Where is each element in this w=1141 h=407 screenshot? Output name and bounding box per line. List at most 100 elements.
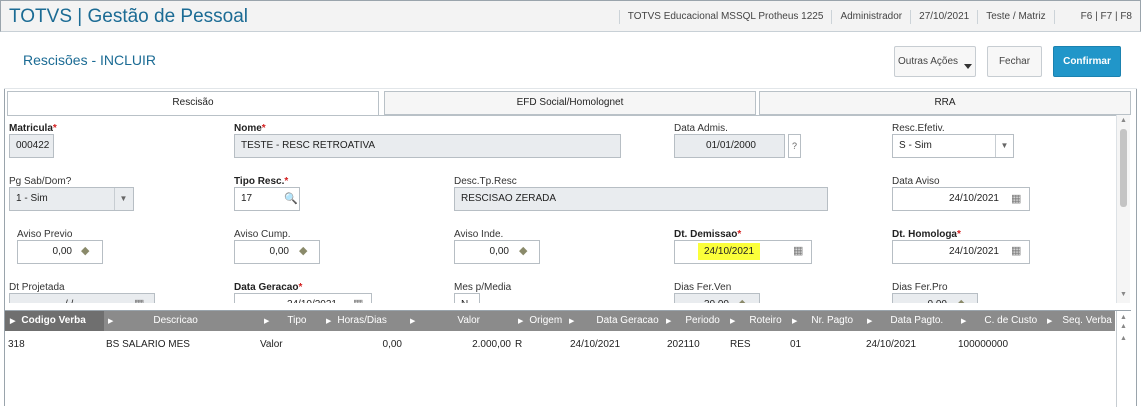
close-button[interactable]: Fechar (987, 46, 1042, 77)
top-bar: TOTVS | Gestão de Pessoal TOTVS Educacio… (0, 0, 1141, 32)
other-actions-label: Outras Ações (897, 56, 959, 67)
aviso-cump-label: Aviso Cump. (234, 229, 291, 240)
scroll-down-icon[interactable]: ▼ (1120, 291, 1127, 298)
calendar-icon[interactable]: ▦ (793, 244, 803, 257)
matricula-field[interactable]: 000422 (9, 134, 54, 158)
cell-descricao: BS SALARIO MES (106, 339, 190, 350)
col-data-geracao[interactable]: ▶ Data Geracao (565, 311, 662, 331)
session-info: TOTVS Educacional MSSQL Protheus 1225 Ad… (618, 1, 1140, 33)
tipo-resc-label: Tipo Resc.* (234, 176, 289, 187)
data-geracao-field[interactable]: 24/10/2021 (234, 293, 372, 303)
tab-rra[interactable]: RRA (759, 91, 1131, 115)
calendar-icon[interactable]: ▦ (134, 297, 144, 303)
cell-codigo: 318 (8, 339, 25, 350)
calendar-icon[interactable]: ▦ (1011, 192, 1021, 205)
other-actions-button[interactable]: Outras Ações (894, 46, 976, 77)
col-descricao[interactable]: ▶ Descricao (104, 311, 260, 331)
cell-roteiro: RES (730, 339, 751, 350)
calculator-icon[interactable]: ◆ (299, 244, 307, 257)
form-scrollbar[interactable]: ▲ ▼ (1116, 115, 1130, 303)
environment-label: TOTVS Educacional MSSQL Protheus 1225 (618, 10, 832, 24)
resc-efetiv-select[interactable]: S - Sim ▼ (892, 134, 1014, 158)
pg-sab-select[interactable]: 1 - Sim ▼ (9, 187, 134, 211)
resc-efetiv-value: S - Sim (899, 140, 932, 151)
cell-valor: 2.000,00 (472, 339, 511, 350)
col-seq-verba[interactable]: ▶ Seq. Verba (1043, 311, 1115, 331)
calendar-icon[interactable]: ▦ (353, 297, 363, 303)
scroll-top-icon[interactable]: ▲ ▲ (1120, 313, 1127, 331)
table-row[interactable]: 318 BS SALARIO MES Valor 0,00 2.000,00 R… (5, 335, 1115, 353)
data-aviso-label: Data Aviso (892, 176, 940, 187)
data-admis-label: Data Admis. (674, 123, 728, 134)
col-data-pagto[interactable]: ▶ Data Pagto. (863, 311, 957, 331)
mes-media-field[interactable]: N (454, 293, 480, 303)
dt-demissao-field[interactable]: 24/10/2021 (674, 240, 812, 264)
matricula-label: Matricula* (9, 123, 57, 134)
calculator-icon[interactable]: ◆ (81, 244, 89, 257)
aviso-previo-field[interactable]: 0,00 (17, 240, 103, 264)
nome-field[interactable]: TESTE - RESC RETROATIVA (234, 134, 621, 158)
dt-projetada-label: Dt Projetada (9, 282, 65, 293)
page-title: Rescisões - INCLUIR (23, 52, 157, 68)
chevron-down-icon: ▼ (995, 135, 1013, 157)
nome-label: Nome* (234, 123, 266, 134)
col-origem[interactable]: ▶ Origem (514, 311, 565, 331)
calculator-icon[interactable]: ◆ (519, 244, 527, 257)
resc-efetiv-label: Resc.Efetiv. (892, 123, 945, 134)
col-c-custo[interactable]: ▶ C. de Custo (957, 311, 1043, 331)
search-icon[interactable]: 🔍 (284, 192, 298, 205)
help-button[interactable]: ? (788, 134, 801, 158)
col-horas-dias[interactable]: ▶ Horas/Dias (322, 311, 406, 331)
shortcuts-label[interactable]: F6 | F7 | F8 (1053, 10, 1140, 24)
cell-origem: R (515, 339, 523, 350)
calculator-icon[interactable]: ◆ (738, 297, 746, 303)
calculator-icon[interactable]: ◆ (957, 297, 965, 303)
mes-media-label: Mes p/Media (454, 282, 512, 293)
col-valor[interactable]: ▶ Valor (406, 311, 514, 331)
col-codigo-verba[interactable]: ▶ Codigo Verba (5, 311, 104, 331)
scroll-up-icon[interactable]: ▲ (1120, 117, 1127, 124)
scrollbar-thumb[interactable] (1120, 129, 1127, 207)
data-geracao-label: Data Geracao* (234, 282, 303, 293)
page-header: Rescisões - INCLUIR Outras Ações Fechar … (4, 33, 1137, 89)
dias-fer-ven-field[interactable]: 30,00 (674, 293, 760, 303)
tab-bar: Rescisão EFD Social/Homolognet RRA (7, 91, 1131, 116)
user-label: Administrador (831, 10, 910, 24)
col-tipo[interactable]: ▶ Tipo (260, 311, 322, 331)
confirm-button[interactable]: Confirmar (1053, 46, 1121, 77)
app-title: TOTVS | Gestão de Pessoal (9, 6, 249, 27)
scroll-up-icon[interactable]: ▲ (1120, 335, 1127, 342)
dt-demissao-label: Dt. Demissao* (674, 229, 742, 240)
chevron-down-icon (964, 64, 973, 69)
tab-efd-social[interactable]: EFD Social/Homolognet (384, 91, 756, 115)
chevron-down-icon: ▼ (114, 188, 132, 210)
data-admis-field[interactable]: 01/01/2000 (674, 134, 785, 158)
cell-data-geracao: 24/10/2021 (570, 339, 621, 350)
cell-nr-pagto: 01 (790, 339, 802, 350)
dt-demissao-value: 24/10/2021 (698, 243, 761, 260)
cell-tipo: Valor (260, 339, 283, 350)
dt-homologa-field[interactable]: 24/10/2021 (892, 240, 1030, 264)
pg-sab-label: Pg Sab/Dom? (9, 176, 72, 187)
col-roteiro[interactable]: ▶ Roteiro (726, 311, 788, 331)
grid-scrollbar[interactable]: ▲ ▲ ▲ (1116, 311, 1131, 407)
branch-label[interactable]: Teste / Matriz (977, 10, 1053, 24)
rescisao-form: Matricula* 000422 Nome* TESTE - RESC RET… (7, 115, 1116, 303)
col-nr-pagto[interactable]: ▶ Nr. Pagto (788, 311, 863, 331)
desc-tp-label: Desc.Tp.Resc (454, 176, 517, 187)
dias-fer-ven-label: Dias Fer.Ven (674, 282, 732, 293)
verbas-grid: ▶ Codigo Verba ▶ Descricao ▶ Tipo ▶ Horas/Di… (5, 310, 1131, 407)
pg-sab-value: 1 - Sim (16, 193, 48, 204)
dt-homologa-label: Dt. Homologa* (892, 229, 961, 240)
aviso-inde-label: Aviso Inde. (454, 229, 504, 240)
data-aviso-field[interactable]: 24/10/2021 (892, 187, 1030, 211)
date-label: 27/10/2021 (910, 10, 977, 24)
cell-c-custo: 100000000 (958, 339, 1009, 350)
tab-rescisao[interactable]: Rescisão (7, 91, 379, 116)
dias-fer-pro-label: Dias Fer.Pro (892, 282, 948, 293)
desc-tp-field: RESCISAO ZERADA (454, 187, 828, 211)
cell-data-pagto: 24/10/2021 (866, 339, 917, 350)
col-periodo[interactable]: ▶ Periodo (662, 311, 726, 331)
cell-horas-dias: 0,00 (382, 339, 402, 350)
calendar-icon[interactable]: ▦ (1011, 244, 1021, 257)
